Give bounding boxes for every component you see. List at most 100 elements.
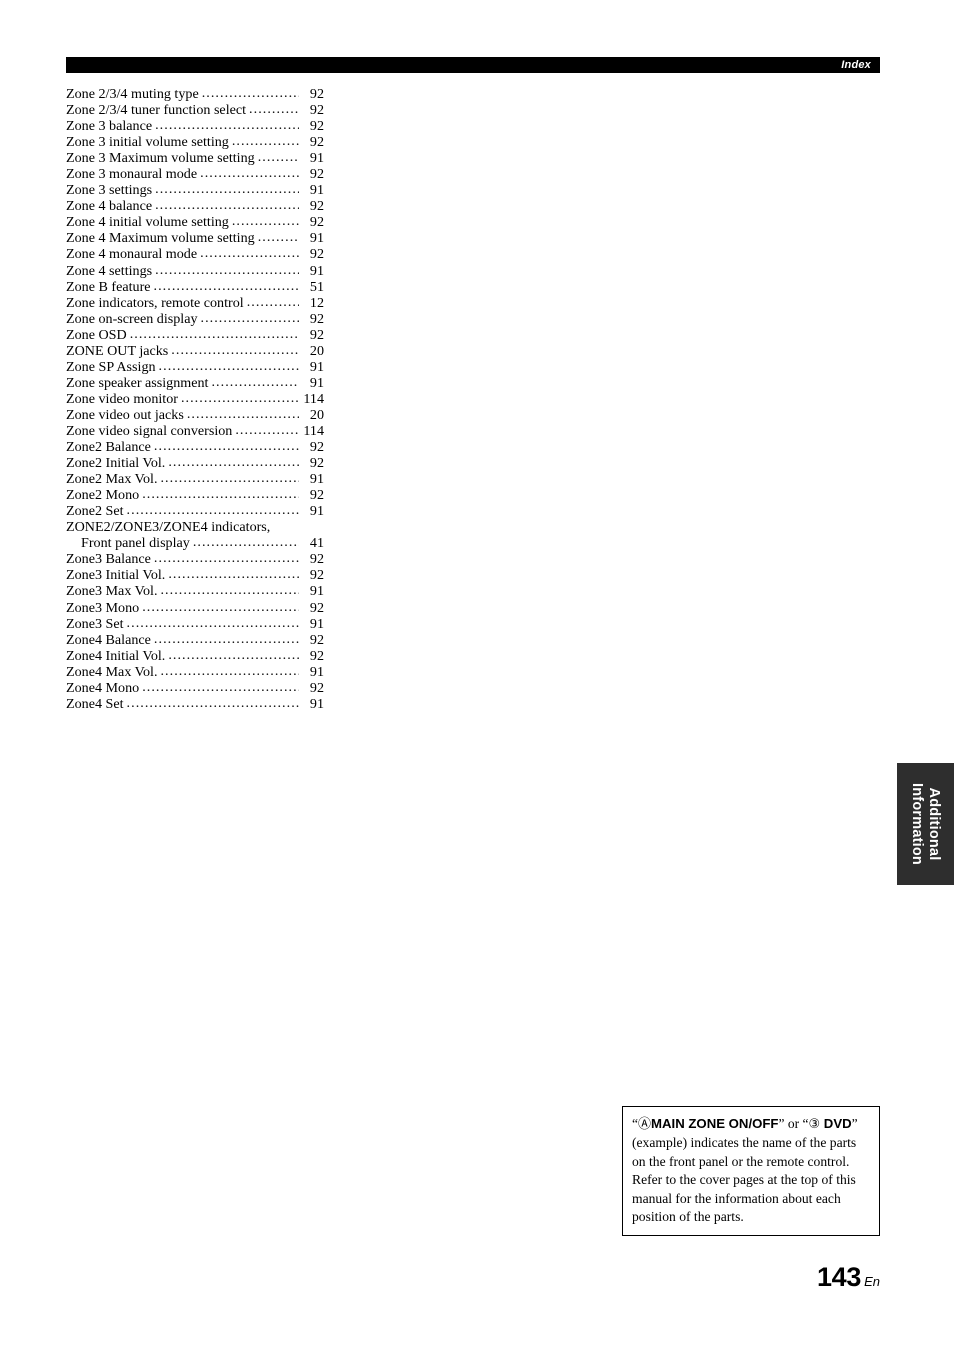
index-entry-page-number: 91 — [309, 358, 324, 375]
index-entry-label: Zone2 Mono — [66, 487, 140, 504]
index-entry[interactable]: Zone3 Mono..............................… — [66, 599, 324, 616]
index-entry-dot-leader: ........................................… — [126, 502, 299, 519]
index-entry-page-number: 20 — [309, 406, 324, 423]
index-entry[interactable]: Zone 3 Maximum volume setting...........… — [66, 149, 324, 166]
index-entry[interactable]: Zone3 Set...............................… — [66, 614, 324, 632]
index-entry[interactable]: Zone 4 Maximum volume setting...........… — [66, 229, 324, 247]
index-entry-dot-leader: ........................................… — [211, 373, 299, 390]
index-entry[interactable]: Zone 3 balance..........................… — [66, 117, 324, 135]
index-entry[interactable]: Zone 4 balance..........................… — [66, 197, 324, 215]
index-entry-dot-leader: ........................................… — [200, 165, 299, 182]
index-entry-page-number: 92 — [309, 198, 324, 215]
index-entry-dot-leader: ........................................… — [160, 662, 299, 679]
index-entry-page-number: 92 — [309, 631, 324, 648]
index-entry[interactable]: Zone on-screen display..................… — [66, 309, 324, 327]
index-entry-dot-leader: ........................................… — [160, 470, 299, 487]
mid-quote: ” or “ — [778, 1116, 809, 1131]
index-entry[interactable]: Zone OSD................................… — [66, 325, 324, 343]
index-entry[interactable]: Zone3 Max Vol...........................… — [66, 582, 324, 600]
index-entry[interactable]: Zone2 Balance...........................… — [66, 438, 324, 456]
index-entry-dot-leader: ........................................… — [171, 341, 299, 358]
index-entry[interactable]: Zone 2/3/4 tuner function select........… — [66, 101, 324, 119]
index-entry[interactable]: Zone 2/3/4 muting type..................… — [66, 85, 324, 102]
index-entry-label: Zone B feature — [66, 278, 151, 295]
index-entry-dot-leader: ........................................… — [153, 438, 299, 455]
index-entry-dot-leader: ........................................… — [160, 582, 299, 599]
index-entry-dot-leader: ........................................… — [180, 389, 299, 406]
index-entry-page-number: 91 — [309, 663, 324, 680]
index-entry-dot-leader: ........................................… — [155, 181, 299, 198]
index-entry-page-number: 92 — [309, 214, 324, 231]
index-entry[interactable]: Zone 3 initial volume setting...........… — [66, 133, 324, 151]
index-entry[interactable]: Zone B feature..........................… — [66, 278, 324, 295]
index-entry-page-number: 92 — [309, 679, 324, 696]
index-entry[interactable]: Zone4 Max Vol...........................… — [66, 662, 324, 680]
index-entry[interactable]: Front panel display.....................… — [66, 534, 324, 552]
index-entry-dot-leader: ........................................… — [142, 678, 299, 695]
index-entry-dot-leader: ........................................… — [153, 630, 299, 647]
index-entry-page-number: 92 — [309, 134, 324, 151]
index-entry-label: Zone 4 Maximum volume setting — [66, 230, 255, 247]
index-entry[interactable]: Zone3 Initial Vol.......................… — [66, 566, 324, 583]
index-entry-dot-leader: ........................................… — [231, 213, 299, 230]
index-entry-dot-leader: ........................................… — [168, 454, 299, 471]
index-entry-dot-leader: ........................................… — [257, 229, 299, 246]
index-entry-page-number: 92 — [309, 455, 324, 472]
index-entry[interactable]: Zone SP Assign..........................… — [66, 358, 324, 375]
index-entry-dot-leader: ........................................… — [126, 614, 299, 631]
index-entry-dot-leader: ........................................… — [129, 325, 299, 342]
index-entry-label: Zone4 Max Vol. — [66, 663, 158, 680]
index-entry-label: Zone4 Set — [66, 695, 124, 712]
index-entry-dot-leader: ........................................… — [235, 421, 299, 438]
index-entry[interactable]: Zone 4 monaural mode....................… — [66, 245, 324, 262]
index-entry[interactable]: Zone3 Balance...........................… — [66, 550, 324, 568]
index-entry[interactable]: Zone indicators, remote control.........… — [66, 293, 324, 311]
index-entry-label: Zone video signal conversion — [66, 422, 233, 439]
index-entry[interactable]: Zone 3 monaural mode....................… — [66, 165, 324, 183]
index-entry[interactable]: Zone 4 settings.........................… — [66, 261, 324, 279]
index-entry-dot-leader: ........................................… — [192, 534, 299, 551]
legend-note-heading: “ⒶMAIN ZONE ON/OFF” or “③ DVD” — [632, 1114, 870, 1134]
index-entry[interactable]: Zone 4 initial volume setting...........… — [66, 213, 324, 231]
index-entry[interactable]: Zone4 Balance...........................… — [66, 630, 324, 648]
index-entry-label: Zone2 Set — [66, 503, 124, 520]
index-entry[interactable]: Zone4 Initial Vol.......................… — [66, 647, 324, 664]
index-entry[interactable]: Zone video signal conversion............… — [66, 421, 324, 439]
index-entry[interactable]: ZONE2/ZONE3/ZONE4 indicators,...........… — [66, 519, 324, 535]
index-entry-label: Zone 4 settings — [66, 262, 153, 279]
index-entry-label: Zone3 Balance — [66, 551, 151, 568]
index-entry-label: Zone 3 monaural mode — [66, 166, 198, 183]
index-entry-label: Zone3 Max Vol. — [66, 583, 158, 600]
index-entry-page-number: 91 — [309, 182, 324, 199]
index-entry-dot-leader: ........................................… — [200, 309, 300, 326]
index-entry-page-number: 92 — [309, 439, 324, 456]
index-entry-page-number: 92 — [309, 102, 324, 119]
index-entry[interactable]: Zone2 Set...............................… — [66, 502, 324, 520]
index-entry-dot-leader: ........................................… — [246, 293, 299, 310]
index-entry[interactable]: Zone 3 settings.........................… — [66, 181, 324, 199]
index-entry[interactable]: Zone4 Mono..............................… — [66, 678, 324, 696]
index-entry-label: Zone4 Mono — [66, 679, 140, 696]
index-entry-page-number: 92 — [309, 599, 324, 616]
index-entry[interactable]: Zone4 Set...............................… — [66, 695, 324, 712]
index-entry[interactable]: Zone video out jacks....................… — [66, 406, 324, 423]
index-entry-page-number: 92 — [309, 118, 324, 135]
index-entry-label: Zone on-screen display — [66, 310, 198, 327]
index-entry-label: Zone4 Balance — [66, 631, 151, 648]
index-entry[interactable]: Zone video monitor......................… — [66, 389, 324, 407]
running-header-title: Index — [841, 58, 871, 71]
page-folio: 143 En — [0, 1262, 880, 1293]
index-entry[interactable]: Zone2 Initial Vol.......................… — [66, 454, 324, 472]
index-entry[interactable]: ZONE OUT jacks..........................… — [66, 341, 324, 359]
index-entry-label: Zone speaker assignment — [66, 374, 209, 391]
index-entry-page-number: 51 — [309, 278, 324, 295]
index-entry[interactable]: Zone2 Mono..............................… — [66, 486, 324, 504]
index-entry-page-number: 92 — [309, 326, 324, 343]
index-entry-page-number: 91 — [309, 503, 324, 520]
index-entry-page-number: 92 — [309, 551, 324, 568]
index-entry[interactable]: Zone2 Max Vol...........................… — [66, 470, 324, 487]
running-header-bar: Index — [66, 57, 880, 73]
index-entry[interactable]: Zone speaker assignment.................… — [66, 373, 324, 391]
index-entry-dot-leader: ........................................… — [155, 261, 299, 278]
index-entry-label: Front panel display — [81, 535, 190, 552]
